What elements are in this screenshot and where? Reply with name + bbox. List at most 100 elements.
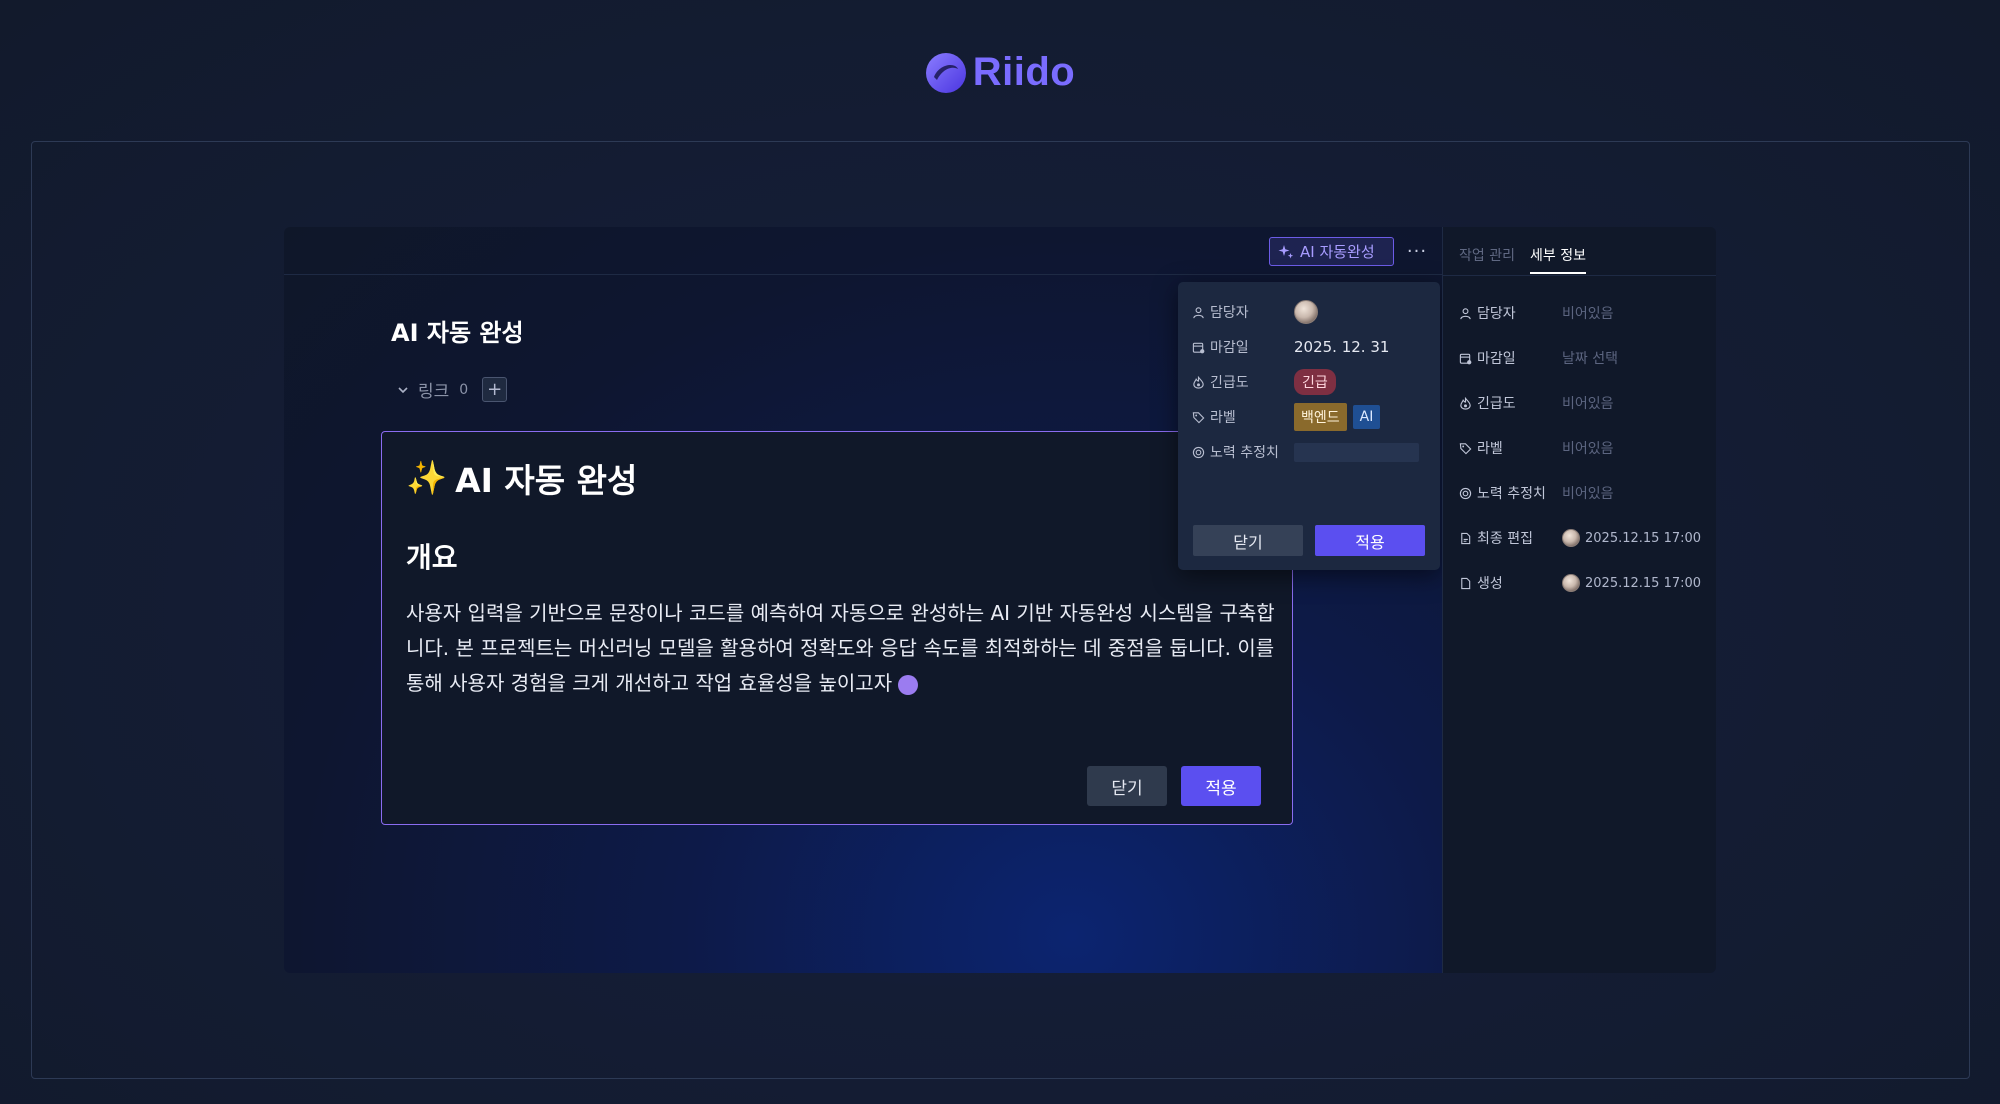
- target-icon: [1459, 487, 1472, 499]
- more-icon: ···: [1406, 240, 1428, 262]
- editor-heading-text: AI 자동 완성: [455, 461, 638, 500]
- side-effort-label: 노력 추정치: [1477, 486, 1546, 502]
- calendar-icon: [1459, 353, 1472, 364]
- side-row-last-edited: 최종 편집 2025.12.15 17:00: [1459, 526, 1709, 550]
- flame-icon: [1460, 396, 1471, 410]
- popup-priority-label-wrap: 긴급도: [1192, 372, 1294, 392]
- link-label: 링크: [418, 382, 450, 402]
- more-options-button[interactable]: ···: [1405, 239, 1429, 263]
- editor-apply-button[interactable]: 적용: [1181, 766, 1261, 806]
- popup-assignee-value[interactable]: [1294, 300, 1318, 324]
- side-labels-label-wrap: 라벨: [1459, 438, 1562, 458]
- popup-row-assignee: 담당자: [1192, 297, 1432, 327]
- page-title: AI 자동 완성: [391, 319, 524, 347]
- calendar-icon: [1192, 342, 1205, 353]
- side-row-due[interactable]: 마감일 날짜 선택: [1459, 346, 1709, 370]
- brand-name: Riido: [972, 50, 1076, 94]
- side-row-effort[interactable]: 노력 추정치 비어있음: [1459, 481, 1709, 505]
- side-created-label: 생성: [1477, 576, 1503, 592]
- effort-input[interactable]: [1294, 442, 1419, 462]
- popup-labels-value[interactable]: 백엔드 AI: [1294, 403, 1381, 431]
- plus-icon: +: [487, 379, 503, 400]
- popup-row-labels: 라벨 백엔드 AI: [1192, 402, 1432, 432]
- properties-popup: 담당자 마감일 2025. 12. 31 긴급도 긴급 라벨 백엔드 AI 노력…: [1178, 282, 1440, 570]
- side-edited-time: 2025.12.15 17:00: [1585, 530, 1702, 546]
- popup-row-effort: 노력 추정치: [1192, 437, 1432, 467]
- popup-due-label-wrap: 마감일: [1192, 337, 1294, 357]
- brand-logo: Riido: [0, 50, 2000, 95]
- editor-heading: ✨ AI 자동 완성: [406, 454, 637, 502]
- editor-body-text: 사용자 입력을 기반으로 문장이나 코드를 예측하여 자동으로 완성하는 AI …: [406, 601, 1275, 695]
- typing-cursor-icon: [898, 674, 919, 695]
- tab-details[interactable]: 세부 정보: [1530, 245, 1586, 265]
- side-edited-value: 2025.12.15 17:00: [1562, 529, 1701, 547]
- main-panel: AI 자동완성 ··· AI 자동 완성 링크 0 + ✨ AI 자동 완성 개…: [284, 227, 1442, 973]
- tag-icon: [1192, 411, 1205, 423]
- side-labels-value: 비어있음: [1562, 441, 1614, 457]
- riido-logo-icon: [925, 52, 966, 93]
- link-count: 0: [459, 381, 469, 398]
- side-assignee-value: 비어있음: [1562, 306, 1614, 322]
- ai-editor-panel: ✨ AI 자동 완성 개요 사용자 입력을 기반으로 문장이나 코드를 예측하여…: [381, 431, 1293, 825]
- popup-due-value[interactable]: 2025. 12. 31: [1294, 338, 1389, 356]
- side-priority-label-wrap: 긴급도: [1459, 393, 1562, 413]
- side-row-priority[interactable]: 긴급도 비어있음: [1459, 391, 1709, 415]
- sparkles-emoji-icon: ✨: [406, 458, 448, 497]
- target-icon: [1192, 446, 1205, 458]
- avatar: [1562, 574, 1580, 592]
- flame-icon: [1193, 375, 1204, 389]
- avatar: [1562, 529, 1580, 547]
- urgent-badge: 긴급: [1294, 369, 1336, 395]
- side-row-assignee[interactable]: 담당자 비어있음: [1459, 301, 1709, 325]
- active-tab-indicator: [1530, 272, 1586, 274]
- popup-close-button[interactable]: 닫기: [1193, 525, 1303, 556]
- popup-labels-label: 라벨: [1210, 410, 1236, 426]
- side-created-time: 2025.12.15 17:00: [1585, 575, 1702, 591]
- person-icon: [1460, 307, 1471, 319]
- editor-subheading: 개요: [406, 541, 458, 574]
- side-due-label: 마감일: [1477, 351, 1516, 367]
- popup-effort-label-wrap: 노력 추정치: [1192, 442, 1294, 462]
- link-section: 링크 0 +: [396, 377, 508, 402]
- add-link-button[interactable]: +: [482, 377, 508, 402]
- details-sidebar: 작업 관리 세부 정보 담당자 비어있음 마감일 날짜 선택 긴급도 비어있음: [1442, 227, 1716, 973]
- side-edited-label-wrap: 최종 편집: [1459, 528, 1562, 548]
- top-bar: AI 자동완성 ···: [284, 227, 1442, 275]
- side-created-value: 2025.12.15 17:00: [1562, 574, 1701, 592]
- side-due-value: 날짜 선택: [1562, 351, 1618, 367]
- popup-priority-value[interactable]: 긴급: [1294, 369, 1336, 395]
- side-effort-value: 비어있음: [1562, 486, 1614, 502]
- side-labels-label: 라벨: [1477, 441, 1503, 457]
- side-row-created: 생성 2025.12.15 17:00: [1459, 571, 1709, 595]
- ai-autocomplete-button[interactable]: AI 자동완성: [1269, 237, 1394, 266]
- side-created-label-wrap: 생성: [1459, 573, 1562, 593]
- side-assignee-label: 담당자: [1477, 306, 1516, 322]
- popup-assignee-label: 담당자: [1210, 305, 1249, 321]
- side-row-labels[interactable]: 라벨 비어있음: [1459, 436, 1709, 460]
- document-edit-icon: [1461, 532, 1471, 544]
- side-edited-label: 최종 편집: [1477, 531, 1533, 547]
- popup-priority-label: 긴급도: [1210, 375, 1249, 391]
- popup-due-label: 마감일: [1210, 340, 1249, 356]
- label-tag-ai: AI: [1352, 405, 1381, 429]
- app-window: AI 자동완성 ··· AI 자동 완성 링크 0 + ✨ AI 자동 완성 개…: [284, 227, 1716, 973]
- tag-icon: [1459, 442, 1472, 454]
- popup-row-due: 마감일 2025. 12. 31: [1192, 332, 1432, 362]
- side-assignee-label-wrap: 담당자: [1459, 303, 1562, 323]
- editor-close-button[interactable]: 닫기: [1087, 766, 1167, 806]
- popup-row-priority: 긴급도 긴급: [1192, 367, 1432, 397]
- sidebar-tabs: 작업 관리 세부 정보: [1443, 227, 1716, 276]
- popup-effort-label: 노력 추정치: [1210, 445, 1279, 461]
- ai-autocomplete-label: AI 자동완성: [1300, 243, 1375, 261]
- document-icon: [1461, 577, 1471, 589]
- popup-apply-button[interactable]: 적용: [1315, 525, 1425, 556]
- side-priority-value: 비어있음: [1562, 396, 1614, 412]
- chevron-down-icon[interactable]: [396, 383, 410, 397]
- side-due-label-wrap: 마감일: [1459, 348, 1562, 368]
- side-effort-label-wrap: 노력 추정치: [1459, 483, 1562, 503]
- popup-labels-label-wrap: 라벨: [1192, 407, 1294, 427]
- editor-body[interactable]: 사용자 입력을 기반으로 문장이나 코드를 예측하여 자동으로 완성하는 AI …: [406, 596, 1276, 701]
- person-icon: [1193, 306, 1204, 318]
- side-priority-label: 긴급도: [1477, 396, 1516, 412]
- tab-task-management[interactable]: 작업 관리: [1459, 245, 1515, 265]
